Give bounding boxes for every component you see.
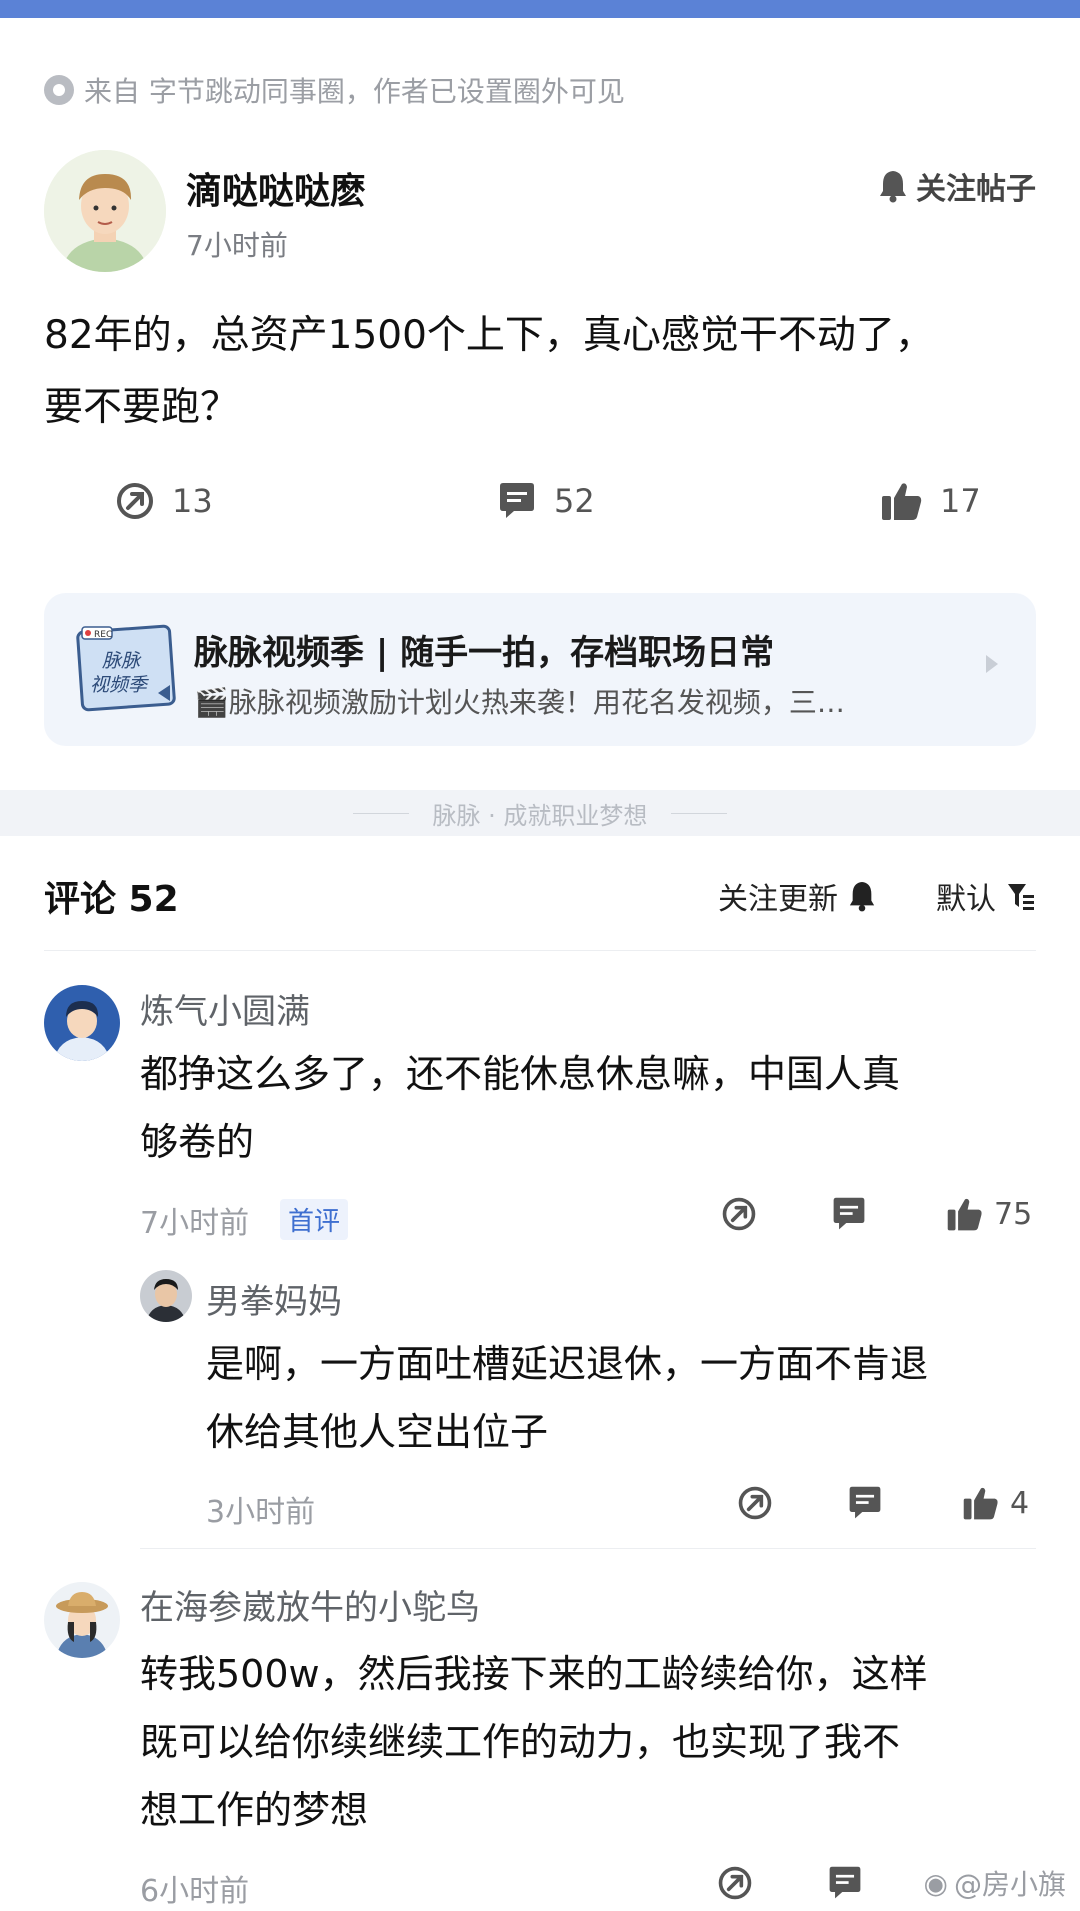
commenter-avatar[interactable] (44, 985, 120, 1061)
circle-source-text: 来自 字节跳动同事圈，作者已设置圈外可见 (84, 75, 625, 108)
post-content: 82年的，总资产1500个上下，真心感觉干不动了， 要不要跑？ (44, 300, 1036, 444)
comments-title: 评论 52 (44, 879, 179, 920)
comment-time: 7小时前 (140, 1206, 250, 1241)
commenter-name[interactable]: 男拳妈妈 (206, 1274, 342, 1323)
post-text-line: 82年的，总资产1500个上下，真心感觉干不动了， (44, 313, 934, 358)
like-count: 17 (940, 482, 981, 520)
thumbs-up-icon (947, 1198, 982, 1231)
share-icon (718, 1866, 752, 1900)
comment-share-button[interactable] (716, 1864, 754, 1902)
comment-icon (849, 1486, 881, 1519)
post-text-line: 要不要跑？ (44, 385, 240, 430)
circle-source: 来自 字节跳动同事圈，作者已设置圈外可见 (44, 70, 625, 110)
follow-post-label: 关注帖子 (916, 172, 1036, 207)
comment-text: 是啊，一方面吐槽延迟退休，一方面不肯退 休给其他人空出位子 (206, 1330, 1036, 1466)
top-accent-bar (0, 0, 1080, 18)
share-icon (738, 1486, 772, 1520)
share-icon (722, 1197, 756, 1231)
comment-reply-button[interactable] (826, 1864, 864, 1902)
comment-text-line: 够卷的 (140, 1120, 255, 1164)
commenter-name[interactable]: 炼气小圆满 (140, 984, 310, 1033)
like-button[interactable]: 17 (880, 480, 981, 522)
header-rule (44, 950, 1036, 951)
commenter-name[interactable]: 在海参崴放牛的小鸵鸟 (140, 1580, 480, 1629)
commenter-avatar[interactable] (44, 1582, 120, 1658)
comment-text-line: 想工作的梦想 (140, 1788, 369, 1832)
promo-thumb-tag: REC (94, 630, 112, 640)
comment-time: 3小时前 (206, 1495, 316, 1530)
comment-icon (829, 1866, 861, 1899)
weibo-watermark: ◉ @房小旗 (924, 1863, 1066, 1903)
comment-time: 6小时前 (140, 1874, 250, 1909)
comment-like-button[interactable]: 75 (946, 1195, 1032, 1233)
follow-updates-label: 关注更新 (718, 882, 838, 917)
comment-text-line: 都挣这么多了，还不能休息休息嘛，中国人真 (140, 1052, 901, 1096)
comment-like-button[interactable]: 4 (962, 1484, 1029, 1522)
divider-line (352, 812, 409, 814)
comment-divider (140, 1548, 1036, 1549)
filter-icon (1008, 884, 1034, 910)
comment-reply-button[interactable] (846, 1484, 884, 1522)
comment-text: 转我500w，然后我接下来的工龄续给你，这样 既可以给你续继续工作的动力，也实现… (140, 1640, 1036, 1844)
comment-text-line: 转我500w，然后我接下来的工龄续给你，这样 (140, 1652, 928, 1696)
follow-updates-button[interactable]: 关注更新 (718, 874, 876, 918)
sort-label: 默认 (936, 882, 996, 917)
share-count: 13 (172, 482, 213, 520)
comment-text: 都挣这么多了，还不能休息休息嘛，中国人真 够卷的 (140, 1040, 1036, 1176)
thumbs-up-icon (882, 483, 922, 520)
comment-reply-button[interactable] (830, 1195, 868, 1233)
post-actions: 13 52 17 (0, 480, 1080, 540)
bell-icon (849, 882, 875, 912)
comments-header: 评论 52 关注更新 默认 (44, 870, 1036, 920)
comment-icon (500, 483, 534, 518)
comment-like-count: 4 (1010, 1485, 1030, 1521)
comment-share-button[interactable] (720, 1195, 758, 1233)
promo-title: 脉脉视频季 | 随手一拍，存档职场日常 (194, 633, 775, 673)
promo-banner[interactable]: REC 脉脉 视频季 脉脉视频季 | 随手一拍，存档职场日常 🎬脉脉视频激励计划… (44, 593, 1036, 746)
comment-count: 52 (554, 482, 595, 520)
section-divider: 脉脉 · 成就职业梦想 (0, 790, 1080, 836)
post-time: 7小时前 (186, 229, 288, 262)
share-button[interactable]: 13 (114, 480, 213, 522)
comment-text-line: 既可以给你续继续工作的动力，也实现了我不 (140, 1720, 901, 1764)
circle-source-icon (44, 75, 74, 105)
follow-post-button[interactable]: 关注帖子 (878, 164, 1036, 208)
promo-thumb-text: 视频季 (90, 674, 149, 696)
sort-dropdown[interactable]: 默认 (936, 874, 1036, 918)
share-icon (117, 483, 153, 519)
comment-like-count: 75 (994, 1196, 1033, 1232)
author-name[interactable]: 滴哒哒哒麽 (186, 162, 366, 214)
comment-button[interactable]: 52 (496, 480, 595, 522)
first-comment-badge: 首评 (280, 1199, 349, 1240)
bell-icon (880, 171, 906, 203)
comment-text-line: 是啊，一方面吐槽延迟退休，一方面不肯退 (206, 1342, 929, 1386)
promo-thumbnail: REC 脉脉 视频季 (76, 623, 176, 713)
promo-arrow-icon (986, 655, 998, 673)
divider-line (671, 812, 728, 814)
promo-subtitle: 🎬脉脉视频激励计划火热来袭！用花名发视频，三… (194, 686, 845, 719)
promo-thumb-text: 脉脉 (102, 650, 142, 672)
author-avatar[interactable] (44, 150, 166, 272)
commenter-avatar[interactable] (140, 1270, 192, 1322)
watermark-text: @房小旗 (953, 1868, 1066, 1901)
comment-text-line: 休给其他人空出位子 (206, 1410, 549, 1454)
thumbs-up-icon (963, 1487, 998, 1520)
comment-share-button[interactable] (736, 1484, 774, 1522)
divider-slogan: 脉脉 · 成就职业梦想 (432, 801, 648, 830)
comment-icon (833, 1197, 865, 1230)
post-author: 滴哒哒哒麽 7小时前 关注帖子 (44, 150, 1036, 272)
weibo-logo-icon: ◉ (923, 1866, 948, 1900)
